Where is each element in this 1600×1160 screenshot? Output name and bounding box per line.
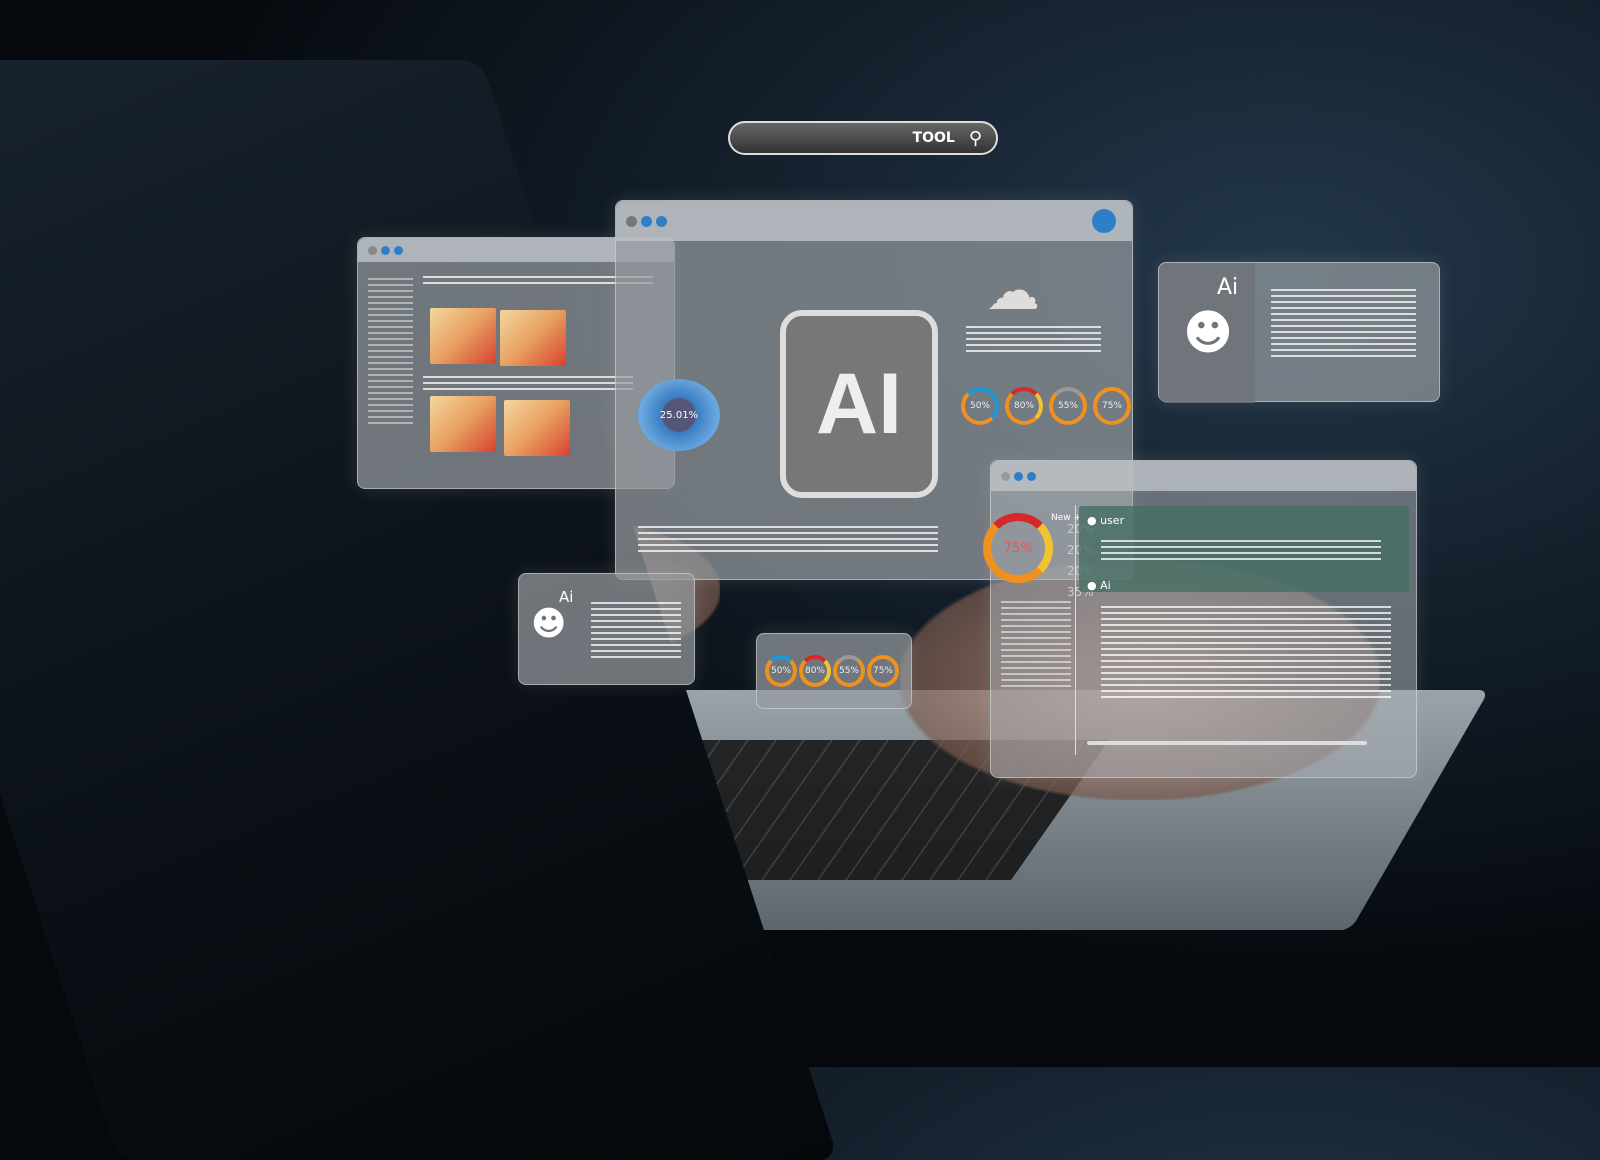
donut-chart: 75% — [983, 513, 1053, 583]
stat-value: 50% — [770, 666, 791, 676]
code-lines — [591, 602, 681, 662]
stat-ring: 75% — [867, 655, 899, 687]
search-bar[interactable]: TOOL ⚲ — [728, 121, 998, 155]
conversation-list[interactable] — [1001, 601, 1071, 691]
code-lines — [1271, 289, 1416, 359]
robot-icon: ☻ — [1183, 305, 1234, 361]
cloud-upload-download-icon: ☁ — [986, 259, 1040, 322]
stat-value: 55% — [1057, 401, 1078, 411]
text-lines — [966, 326, 1101, 356]
robot-chat-card-small: Ai ☻ — [518, 573, 695, 685]
search-label: TOOL — [912, 130, 955, 146]
user-avatar-icon[interactable] — [1092, 209, 1116, 233]
stat-rings: 50% 80% 55% 75% — [961, 387, 1131, 425]
user-message: ● user — [1079, 506, 1409, 592]
stat-ring: 55% — [1049, 387, 1087, 425]
stat-ring: 50% — [961, 387, 999, 425]
stat-ring: 80% — [1005, 387, 1043, 425]
ai-response-text — [1101, 606, 1391, 701]
window-titlebar — [616, 201, 1132, 241]
stat-value: 75% — [872, 666, 893, 676]
robot-icon: ☻ — [531, 604, 567, 644]
stat-value: 55% — [838, 666, 859, 676]
stat-value: 80% — [804, 666, 825, 676]
heatmap-image — [430, 396, 496, 452]
window-titlebar — [991, 461, 1416, 491]
scrollbar[interactable] — [1087, 741, 1367, 745]
stat-ring: 50% — [765, 655, 797, 687]
ai-name: Ai — [1100, 579, 1111, 592]
search-icon[interactable]: ⚲ — [969, 128, 982, 149]
stat-ring: 75% — [1093, 387, 1131, 425]
ai-label: ● Ai — [1087, 579, 1111, 592]
stat-value: 80% — [1013, 401, 1034, 411]
donut-value: 25.01% — [659, 409, 699, 421]
heatmap-image — [430, 308, 496, 364]
user-name: user — [1100, 514, 1125, 527]
stat-ring: 55% — [833, 655, 865, 687]
heatmap-image — [504, 400, 570, 456]
heatmap-image — [500, 310, 566, 366]
robot-chat-card: Ai ☻ — [1158, 262, 1440, 403]
stats-widget: 50% 80% 55% 75% — [756, 633, 912, 709]
stat-ring: 80% — [799, 655, 831, 687]
stat-value: 75% — [1101, 401, 1122, 411]
donut-chart: 25.01% — [638, 379, 720, 451]
ai-logo-text: AI — [816, 355, 902, 452]
chat-panel: New + 75% 20%20%20%35% ● user ● Ai — [983, 460, 1417, 778]
donut-value: 75% — [1003, 540, 1033, 556]
contact-list — [368, 278, 413, 428]
ai-label: Ai — [1217, 275, 1239, 300]
text-lines — [638, 526, 938, 556]
stat-value: 50% — [969, 401, 990, 411]
user-label: ● user — [1087, 514, 1125, 527]
text-lines — [423, 376, 633, 394]
ai-logo: AI — [780, 310, 938, 498]
